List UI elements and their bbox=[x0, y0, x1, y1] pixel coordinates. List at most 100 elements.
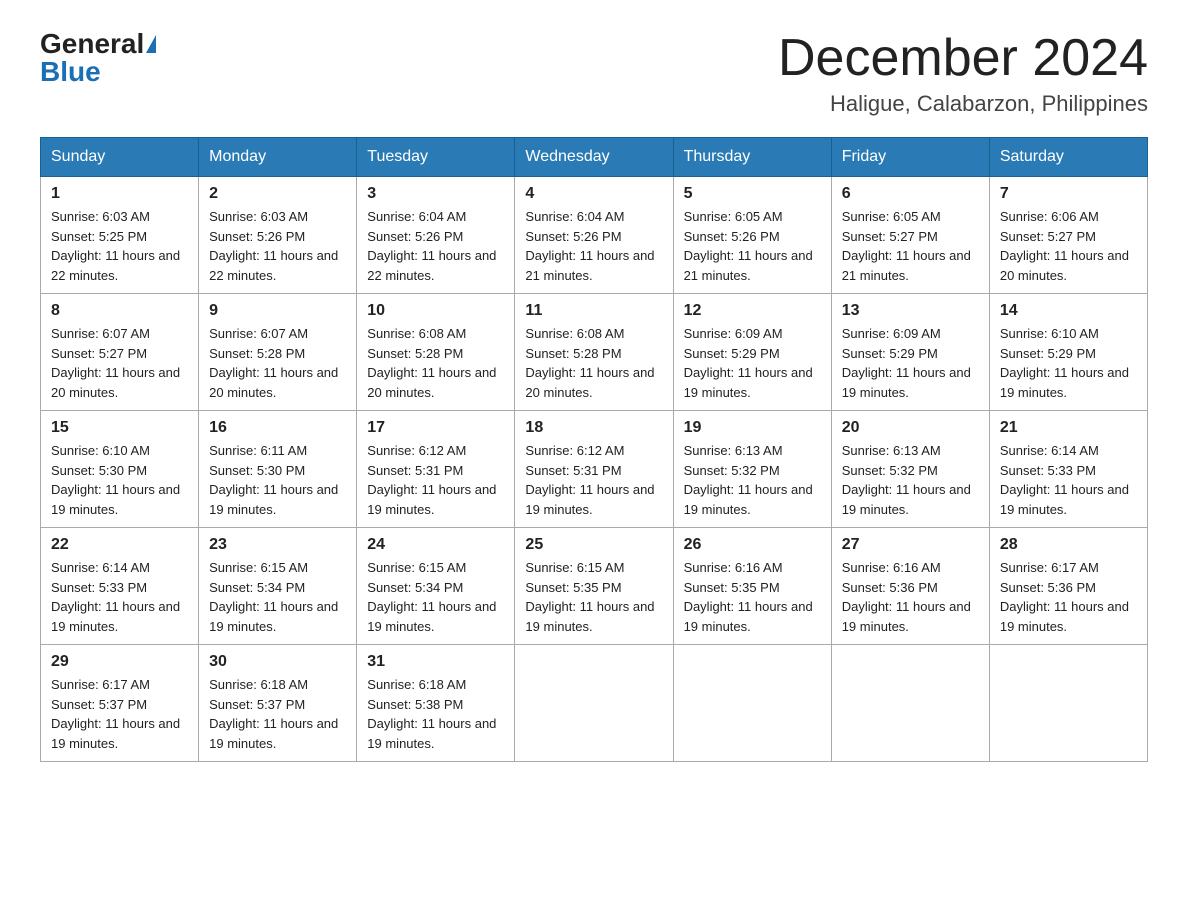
calendar-header-saturday: Saturday bbox=[989, 138, 1147, 177]
day-info: Sunrise: 6:07 AMSunset: 5:28 PMDaylight:… bbox=[209, 326, 338, 400]
calendar-header-thursday: Thursday bbox=[673, 138, 831, 177]
day-info: Sunrise: 6:09 AMSunset: 5:29 PMDaylight:… bbox=[842, 326, 971, 400]
week-row-4: 22 Sunrise: 6:14 AMSunset: 5:33 PMDaylig… bbox=[41, 528, 1148, 645]
day-number: 10 bbox=[367, 302, 504, 320]
week-row-3: 15 Sunrise: 6:10 AMSunset: 5:30 PMDaylig… bbox=[41, 411, 1148, 528]
day-info: Sunrise: 6:04 AMSunset: 5:26 PMDaylight:… bbox=[525, 209, 654, 283]
calendar-cell: 19 Sunrise: 6:13 AMSunset: 5:32 PMDaylig… bbox=[673, 411, 831, 528]
day-number: 11 bbox=[525, 302, 662, 320]
calendar-cell: 27 Sunrise: 6:16 AMSunset: 5:36 PMDaylig… bbox=[831, 528, 989, 645]
day-number: 3 bbox=[367, 185, 504, 203]
calendar-cell: 7 Sunrise: 6:06 AMSunset: 5:27 PMDayligh… bbox=[989, 177, 1147, 294]
day-number: 5 bbox=[684, 185, 821, 203]
day-info: Sunrise: 6:03 AMSunset: 5:26 PMDaylight:… bbox=[209, 209, 338, 283]
calendar-cell: 13 Sunrise: 6:09 AMSunset: 5:29 PMDaylig… bbox=[831, 294, 989, 411]
calendar-cell: 8 Sunrise: 6:07 AMSunset: 5:27 PMDayligh… bbox=[41, 294, 199, 411]
day-number: 9 bbox=[209, 302, 346, 320]
day-info: Sunrise: 6:10 AMSunset: 5:30 PMDaylight:… bbox=[51, 443, 180, 517]
day-info: Sunrise: 6:17 AMSunset: 5:36 PMDaylight:… bbox=[1000, 560, 1129, 634]
day-info: Sunrise: 6:03 AMSunset: 5:25 PMDaylight:… bbox=[51, 209, 180, 283]
day-number: 25 bbox=[525, 536, 662, 554]
day-number: 30 bbox=[209, 653, 346, 671]
day-info: Sunrise: 6:15 AMSunset: 5:34 PMDaylight:… bbox=[209, 560, 338, 634]
calendar-cell: 9 Sunrise: 6:07 AMSunset: 5:28 PMDayligh… bbox=[199, 294, 357, 411]
calendar-cell: 28 Sunrise: 6:17 AMSunset: 5:36 PMDaylig… bbox=[989, 528, 1147, 645]
calendar-cell bbox=[989, 645, 1147, 762]
logo-triangle-icon bbox=[146, 35, 156, 53]
day-info: Sunrise: 6:08 AMSunset: 5:28 PMDaylight:… bbox=[525, 326, 654, 400]
day-number: 27 bbox=[842, 536, 979, 554]
calendar-cell: 22 Sunrise: 6:14 AMSunset: 5:33 PMDaylig… bbox=[41, 528, 199, 645]
day-number: 31 bbox=[367, 653, 504, 671]
week-row-5: 29 Sunrise: 6:17 AMSunset: 5:37 PMDaylig… bbox=[41, 645, 1148, 762]
day-info: Sunrise: 6:09 AMSunset: 5:29 PMDaylight:… bbox=[684, 326, 813, 400]
calendar-cell: 2 Sunrise: 6:03 AMSunset: 5:26 PMDayligh… bbox=[199, 177, 357, 294]
day-number: 28 bbox=[1000, 536, 1137, 554]
calendar-cell bbox=[515, 645, 673, 762]
month-title: December 2024 bbox=[778, 30, 1148, 87]
calendar-header-row: SundayMondayTuesdayWednesdayThursdayFrid… bbox=[41, 138, 1148, 177]
logo-blue-text: Blue bbox=[40, 58, 101, 86]
calendar-cell: 5 Sunrise: 6:05 AMSunset: 5:26 PMDayligh… bbox=[673, 177, 831, 294]
day-info: Sunrise: 6:16 AMSunset: 5:35 PMDaylight:… bbox=[684, 560, 813, 634]
day-info: Sunrise: 6:14 AMSunset: 5:33 PMDaylight:… bbox=[1000, 443, 1129, 517]
day-info: Sunrise: 6:13 AMSunset: 5:32 PMDaylight:… bbox=[842, 443, 971, 517]
calendar-cell: 17 Sunrise: 6:12 AMSunset: 5:31 PMDaylig… bbox=[357, 411, 515, 528]
day-info: Sunrise: 6:18 AMSunset: 5:38 PMDaylight:… bbox=[367, 677, 496, 751]
day-info: Sunrise: 6:11 AMSunset: 5:30 PMDaylight:… bbox=[209, 443, 338, 517]
logo: General Blue bbox=[40, 30, 156, 86]
day-info: Sunrise: 6:14 AMSunset: 5:33 PMDaylight:… bbox=[51, 560, 180, 634]
calendar-cell: 15 Sunrise: 6:10 AMSunset: 5:30 PMDaylig… bbox=[41, 411, 199, 528]
calendar-cell: 23 Sunrise: 6:15 AMSunset: 5:34 PMDaylig… bbox=[199, 528, 357, 645]
calendar-cell: 29 Sunrise: 6:17 AMSunset: 5:37 PMDaylig… bbox=[41, 645, 199, 762]
calendar-table: SundayMondayTuesdayWednesdayThursdayFrid… bbox=[40, 137, 1148, 762]
calendar-cell: 26 Sunrise: 6:16 AMSunset: 5:35 PMDaylig… bbox=[673, 528, 831, 645]
day-info: Sunrise: 6:07 AMSunset: 5:27 PMDaylight:… bbox=[51, 326, 180, 400]
day-info: Sunrise: 6:13 AMSunset: 5:32 PMDaylight:… bbox=[684, 443, 813, 517]
day-info: Sunrise: 6:04 AMSunset: 5:26 PMDaylight:… bbox=[367, 209, 496, 283]
calendar-cell: 4 Sunrise: 6:04 AMSunset: 5:26 PMDayligh… bbox=[515, 177, 673, 294]
calendar-cell: 31 Sunrise: 6:18 AMSunset: 5:38 PMDaylig… bbox=[357, 645, 515, 762]
day-info: Sunrise: 6:15 AMSunset: 5:35 PMDaylight:… bbox=[525, 560, 654, 634]
day-info: Sunrise: 6:05 AMSunset: 5:26 PMDaylight:… bbox=[684, 209, 813, 283]
day-info: Sunrise: 6:06 AMSunset: 5:27 PMDaylight:… bbox=[1000, 209, 1129, 283]
day-number: 19 bbox=[684, 419, 821, 437]
day-number: 24 bbox=[367, 536, 504, 554]
calendar-cell: 11 Sunrise: 6:08 AMSunset: 5:28 PMDaylig… bbox=[515, 294, 673, 411]
day-number: 22 bbox=[51, 536, 188, 554]
calendar-header-monday: Monday bbox=[199, 138, 357, 177]
day-info: Sunrise: 6:12 AMSunset: 5:31 PMDaylight:… bbox=[367, 443, 496, 517]
calendar-cell bbox=[831, 645, 989, 762]
day-number: 17 bbox=[367, 419, 504, 437]
day-number: 12 bbox=[684, 302, 821, 320]
calendar-header-sunday: Sunday bbox=[41, 138, 199, 177]
day-info: Sunrise: 6:08 AMSunset: 5:28 PMDaylight:… bbox=[367, 326, 496, 400]
week-row-2: 8 Sunrise: 6:07 AMSunset: 5:27 PMDayligh… bbox=[41, 294, 1148, 411]
calendar-cell: 20 Sunrise: 6:13 AMSunset: 5:32 PMDaylig… bbox=[831, 411, 989, 528]
day-number: 4 bbox=[525, 185, 662, 203]
day-number: 8 bbox=[51, 302, 188, 320]
calendar-header-tuesday: Tuesday bbox=[357, 138, 515, 177]
calendar-cell: 16 Sunrise: 6:11 AMSunset: 5:30 PMDaylig… bbox=[199, 411, 357, 528]
day-number: 20 bbox=[842, 419, 979, 437]
day-number: 29 bbox=[51, 653, 188, 671]
calendar-cell: 6 Sunrise: 6:05 AMSunset: 5:27 PMDayligh… bbox=[831, 177, 989, 294]
day-number: 1 bbox=[51, 185, 188, 203]
day-number: 6 bbox=[842, 185, 979, 203]
day-info: Sunrise: 6:10 AMSunset: 5:29 PMDaylight:… bbox=[1000, 326, 1129, 400]
day-info: Sunrise: 6:18 AMSunset: 5:37 PMDaylight:… bbox=[209, 677, 338, 751]
day-info: Sunrise: 6:15 AMSunset: 5:34 PMDaylight:… bbox=[367, 560, 496, 634]
calendar-cell bbox=[673, 645, 831, 762]
calendar-cell: 3 Sunrise: 6:04 AMSunset: 5:26 PMDayligh… bbox=[357, 177, 515, 294]
day-info: Sunrise: 6:05 AMSunset: 5:27 PMDaylight:… bbox=[842, 209, 971, 283]
location-subtitle: Haligue, Calabarzon, Philippines bbox=[778, 91, 1148, 117]
calendar-cell: 14 Sunrise: 6:10 AMSunset: 5:29 PMDaylig… bbox=[989, 294, 1147, 411]
calendar-cell: 30 Sunrise: 6:18 AMSunset: 5:37 PMDaylig… bbox=[199, 645, 357, 762]
page-header: General Blue December 2024 Haligue, Cala… bbox=[40, 30, 1148, 117]
title-block: December 2024 Haligue, Calabarzon, Phili… bbox=[778, 30, 1148, 117]
day-number: 7 bbox=[1000, 185, 1137, 203]
day-number: 18 bbox=[525, 419, 662, 437]
day-number: 2 bbox=[209, 185, 346, 203]
logo-general-text: General bbox=[40, 30, 144, 58]
day-number: 21 bbox=[1000, 419, 1137, 437]
